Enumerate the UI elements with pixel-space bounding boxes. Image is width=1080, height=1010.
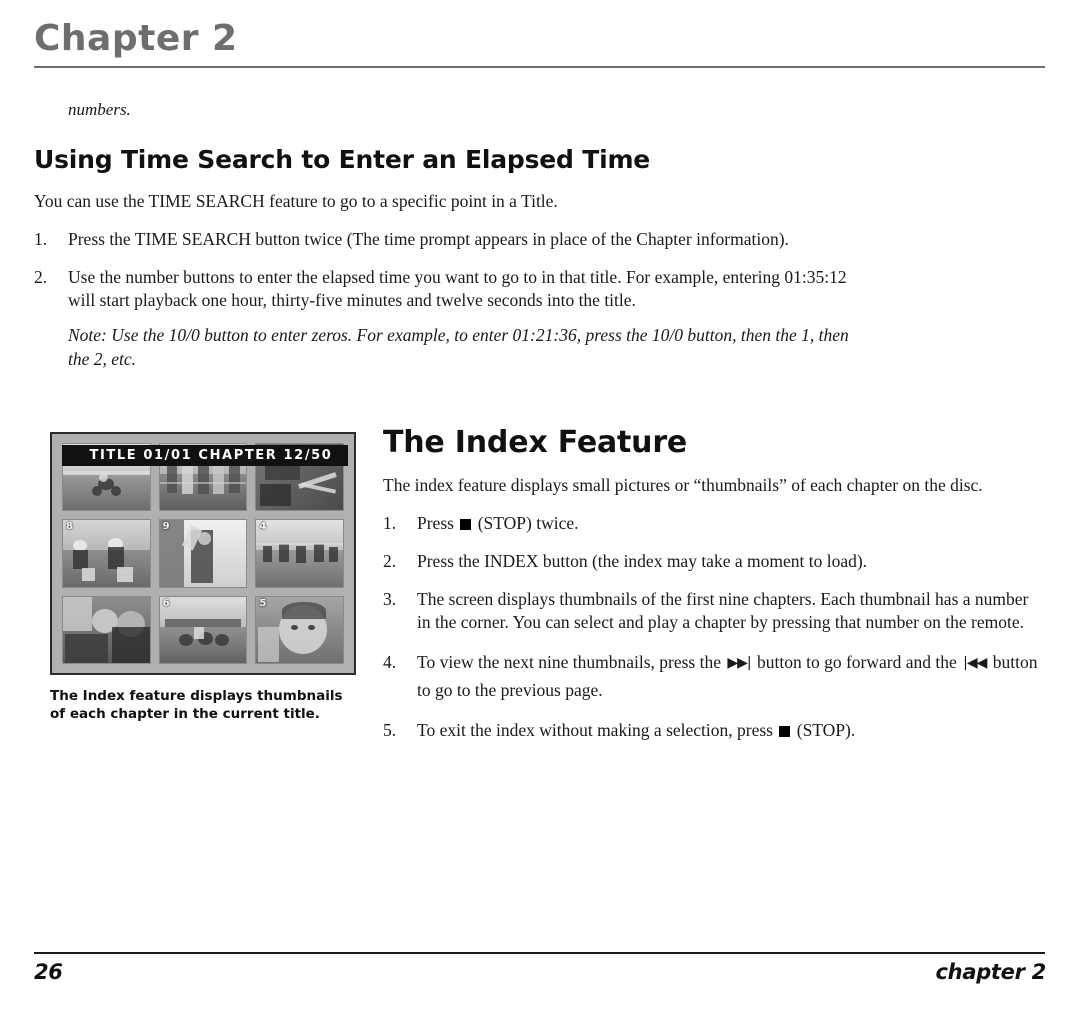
list-item-number: 5.	[383, 719, 397, 740]
thumbnail-9[interactable]: 9	[158, 519, 248, 588]
page-number: 26	[34, 960, 63, 984]
thumbnail-number: 6	[162, 597, 170, 609]
thumbnail-number: 9	[162, 521, 170, 533]
list-item-text: Use the number buttons to enter the elap…	[68, 267, 847, 311]
list-item-text: The screen displays thumbnails of the fi…	[417, 589, 1029, 633]
stop-square-icon	[779, 725, 791, 737]
osd-status-bar: TITLE 01/01 CHAPTER 12/50	[62, 445, 348, 466]
list-item: 5. To exit the index without making a se…	[383, 719, 1046, 742]
list-item-text-pre: To view the next nine thumbnails, press …	[417, 652, 726, 673]
list-item: 2. Press the INDEX button (the index may…	[383, 550, 1046, 573]
thumbnail-7[interactable]	[62, 595, 151, 664]
page-footer: 26 chapter 2	[34, 952, 1046, 984]
time-search-note: Note: Use the 10/0 button to enter zeros…	[68, 325, 849, 370]
list-item-text: Press the TIME SEARCH button twice (The …	[68, 229, 789, 250]
list-item: 4. To view the next nine thumbnails, pre…	[383, 649, 1046, 703]
time-search-heading: Using Time Search to Enter an Elapsed Ti…	[34, 145, 651, 174]
thumbnail-number: 8	[66, 521, 73, 533]
thumbnail-5[interactable]: 5	[255, 595, 344, 664]
list-item-text-post: (STOP).	[792, 719, 856, 740]
skip-forward-icon: ▶▶|	[727, 655, 751, 672]
thumbnail-number: 4	[259, 521, 267, 533]
list-item-text-post: button to go forward and the	[752, 652, 962, 673]
list-item-number: 4.	[383, 652, 397, 673]
list-item: 1. Press (STOP) twice.	[383, 512, 1046, 535]
list-item-text-pre: To exit the index without making a selec…	[417, 719, 778, 740]
list-item-number: 2.	[34, 267, 48, 288]
list-item-number: 2.	[383, 551, 397, 572]
list-item: 2. Use the number buttons to enter the e…	[34, 266, 874, 372]
list-item: 3. The screen displays thumbnails of the…	[383, 588, 1046, 634]
stop-square-icon	[460, 519, 472, 531]
list-item-number: 3.	[383, 589, 397, 610]
time-search-steps: 1. Press the TIME SEARCH button twice (T…	[34, 228, 874, 372]
time-search-intro: You can use the TIME SEARCH feature to g…	[34, 191, 558, 211]
thumbnail-grid: 1	[62, 443, 344, 664]
list-item-text: Press the INDEX button (the index may ta…	[417, 551, 868, 572]
section-index-feature: The Index Feature The index feature disp…	[383, 425, 1046, 757]
thumbnail-6[interactable]: 6	[158, 595, 248, 664]
page-header: Chapter 2	[34, 20, 1046, 68]
index-feature-heading: The Index Feature	[383, 425, 688, 460]
thumbnail-8[interactable]: 8	[62, 519, 151, 588]
list-item-number: 1.	[383, 513, 397, 534]
index-feature-steps: 1. Press (STOP) twice. 2. Press the INDE…	[383, 512, 1046, 742]
footer-divider	[34, 952, 1045, 954]
footer-chapter-label: chapter 2	[935, 960, 1047, 984]
index-screen-figure: 1	[50, 432, 360, 723]
skip-back-icon: |◀◀	[963, 655, 987, 672]
tv-screen-frame: 1	[50, 432, 356, 675]
list-item: 1. Press the TIME SEARCH button twice (T…	[34, 228, 874, 251]
intro-fragment-text: numbers.	[68, 100, 131, 119]
list-item-text-post: (STOP) twice.	[473, 513, 579, 534]
section-time-search: Using Time Search to Enter an Elapsed Ti…	[34, 145, 874, 387]
header-divider	[34, 65, 1045, 68]
list-item-text-pre: Press	[417, 513, 459, 534]
list-item-number: 1.	[34, 229, 48, 250]
thumbnail-number: 5	[259, 597, 267, 609]
figure-caption: The Index feature displays thumbnails of…	[50, 688, 343, 723]
page-title: Chapter 2	[34, 18, 238, 59]
thumbnail-4[interactable]: 4	[255, 519, 344, 588]
index-feature-intro: The index feature displays small picture…	[383, 475, 983, 495]
